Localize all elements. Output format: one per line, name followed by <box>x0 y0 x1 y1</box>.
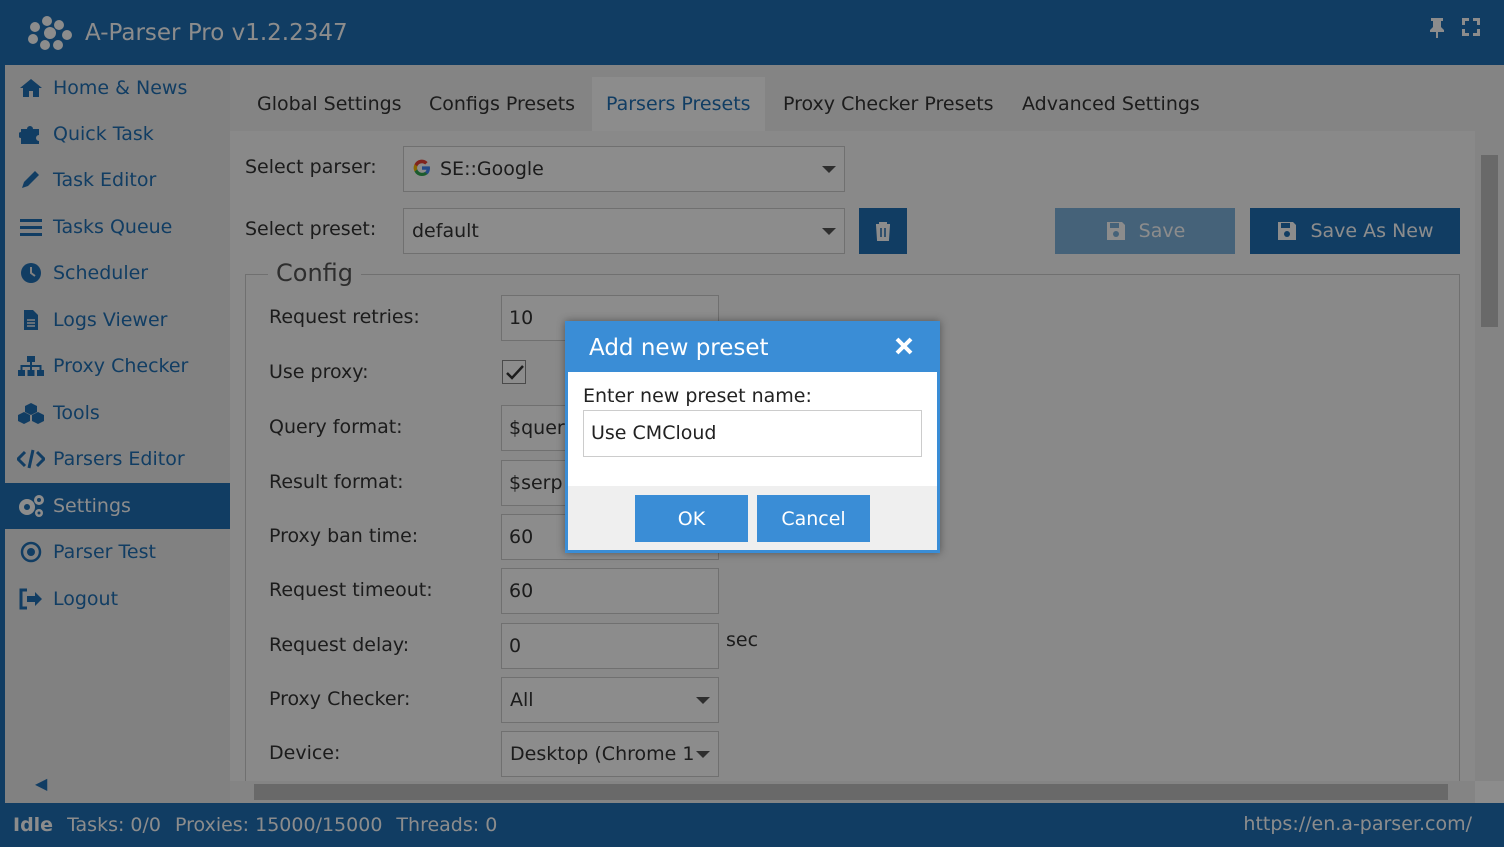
dialog-footer: OK Cancel <box>568 486 937 550</box>
dialog-body: Enter new preset name: Use CMCloud <box>568 372 937 486</box>
dialog-title: Add new preset <box>589 335 769 361</box>
add-preset-dialog: Add new preset Enter new preset name: Us… <box>565 321 940 553</box>
cancel-button[interactable]: Cancel <box>757 495 870 542</box>
close-icon[interactable] <box>893 335 915 357</box>
ok-button[interactable]: OK <box>635 495 748 542</box>
preset-name-label: Enter new preset name: <box>583 385 812 407</box>
preset-name-input[interactable]: Use CMCloud <box>583 410 922 457</box>
dialog-header: Add new preset <box>568 324 937 372</box>
